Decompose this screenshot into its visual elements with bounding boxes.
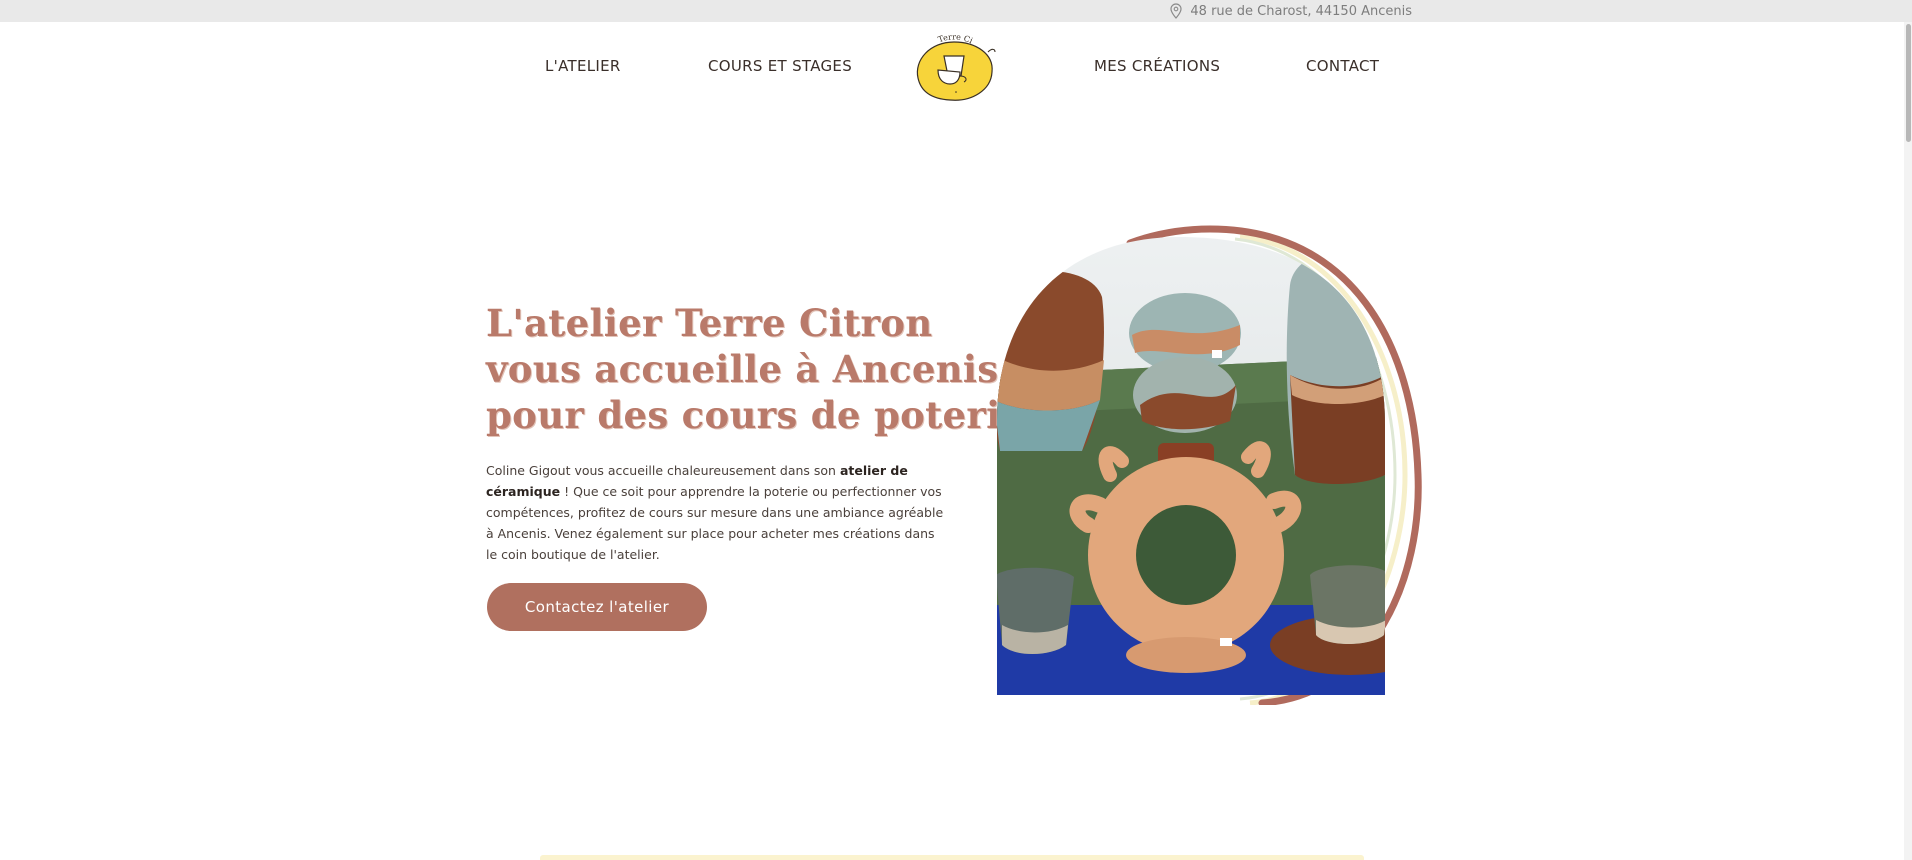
top-bar: 48 rue de Charost, 44150 Ancenis [0,0,1912,22]
page-scrollbar[interactable] [1904,22,1912,860]
next-section-strip [540,855,1364,860]
hero-title-line: pour des cours de poterie [486,393,1025,437]
map-pin-icon [1170,3,1183,19]
terre-citron-logo[interactable]: Terre Citron [912,32,996,104]
hero-title-line: L'atelier Terre Citron [486,301,933,345]
nav-item-cours-et-stages[interactable]: COURS ET STAGES [708,57,852,75]
hero-title: L'atelier Terre Citron vous accueille à … [486,300,1025,438]
hero-title-line: vous accueille à Ancenis [486,347,999,391]
address-text: 48 rue de Charost, 44150 Ancenis [1190,3,1412,19]
hero-arch-image [997,225,1422,705]
nav-item-atelier[interactable]: L'ATELIER [545,57,621,75]
address[interactable]: 48 rue de Charost, 44150 Ancenis [1170,3,1412,19]
scrollbar-thumb[interactable] [1906,24,1911,142]
hero-description: Coline Gigout vous accueille chaleureuse… [486,463,944,562]
nav-item-contact[interactable]: CONTACT [1306,57,1379,75]
nav-item-mes-creations[interactable]: MES CRÉATIONS [1094,57,1220,75]
contact-atelier-button[interactable]: Contactez l'atelier [487,583,707,631]
